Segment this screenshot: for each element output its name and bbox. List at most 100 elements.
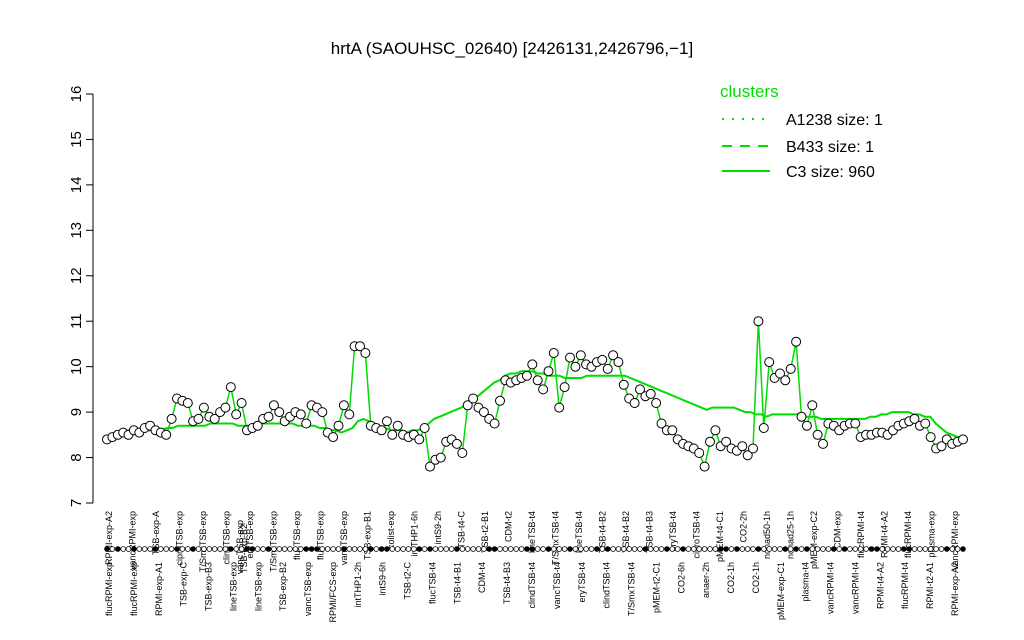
- rug-mark: [179, 546, 186, 552]
- rug-mark: [405, 546, 412, 552]
- data-point: [565, 352, 575, 363]
- rug-mark: [868, 546, 875, 552]
- rug-mark: [798, 546, 805, 552]
- rug-mark: [690, 546, 697, 552]
- x-label-bottom: intTHP1-2h: [353, 562, 363, 608]
- x-label-top: CDM-t2: [504, 511, 514, 542]
- rug-mark: [599, 546, 606, 552]
- rug-mark: [421, 546, 428, 552]
- rug-mark: [604, 546, 611, 552]
- data-point: [958, 434, 968, 445]
- rug-mark: [432, 546, 439, 552]
- rug-mark: [917, 546, 923, 552]
- rug-mark: [265, 546, 272, 552]
- rug-mark: [507, 546, 514, 552]
- y-tick-label: 10: [68, 358, 85, 375]
- rug-mark: [147, 546, 153, 552]
- data-point: [570, 361, 581, 372]
- x-label-top: TSB-exp-B1: [363, 511, 373, 560]
- x-label-bottom: CDM-t4: [477, 562, 487, 593]
- data-point: [785, 363, 796, 374]
- x-label-top: intS9-2h: [433, 511, 443, 545]
- rug-mark: [836, 546, 842, 552]
- data-points: [102, 316, 968, 472]
- rug-mark: [486, 546, 493, 552]
- rug-mark: [793, 546, 799, 552]
- rug-mark: [481, 546, 487, 552]
- rug-mark: [685, 546, 692, 552]
- rug-mark: [760, 546, 767, 552]
- rug-mark: [653, 546, 659, 552]
- rug-mark: [330, 546, 336, 552]
- rug-mark: [766, 546, 772, 552]
- data-point: [645, 388, 656, 399]
- rug-mark: [874, 546, 880, 552]
- data-point: [699, 461, 710, 472]
- rug-mark: [556, 546, 562, 552]
- x-label-top: eryTSB-t4: [668, 511, 678, 552]
- rug-mark: [394, 546, 401, 552]
- rug-mark: [351, 546, 358, 552]
- rug-mark: [658, 546, 665, 552]
- rug-mark: [809, 546, 816, 552]
- rug-mark: [437, 546, 444, 552]
- sample-line: [106, 321, 964, 470]
- x-label-bottom: vancRPMI-t4: [826, 562, 836, 614]
- data-point: [629, 398, 640, 408]
- rug-mark: [841, 546, 848, 552]
- rug-mark: [454, 546, 460, 552]
- rug-mark: [211, 546, 218, 552]
- rug-mark: [185, 546, 191, 552]
- x-label-bottom: pMEM-t2-C1: [651, 562, 661, 613]
- x-label-bottom: TSB-t4-B3: [502, 562, 512, 604]
- rug-mark: [341, 546, 347, 552]
- data-point: [225, 382, 236, 393]
- x-label-bottom: flucRPMI-t4: [900, 562, 910, 609]
- rug-mark: [594, 546, 600, 552]
- x-label-bottom: anaer-2h: [701, 562, 711, 598]
- rug-mark: [610, 546, 616, 552]
- rug-mark: [642, 546, 649, 552]
- rug-mark: [249, 546, 256, 552]
- x-label-bottom: lineTSB-exp: [253, 562, 263, 611]
- x-label-bottom: TSB-exp-C: [179, 562, 189, 607]
- rug-mark: [152, 546, 159, 552]
- data-point: [925, 432, 936, 443]
- x-label-bottom: vancTSB-exp: [303, 562, 313, 616]
- rug-mark: [804, 546, 810, 552]
- x-label-bottom: TSB-t2-C: [403, 562, 413, 600]
- data-point: [527, 359, 538, 370]
- legend-label-b433: B433 size: 1: [786, 139, 874, 156]
- data-point: [236, 398, 247, 408]
- rug-mark: [857, 546, 864, 552]
- data-point: [333, 420, 344, 431]
- data-point: [818, 438, 828, 449]
- y-tick-label: 7: [68, 499, 85, 507]
- rug-mark: [588, 546, 595, 552]
- data-point: [694, 448, 705, 458]
- rug-mark: [750, 546, 756, 552]
- rug-mark: [443, 546, 450, 552]
- rug-mark: [378, 546, 385, 552]
- y-tick-label: 14: [68, 177, 85, 194]
- rug-mark: [933, 546, 939, 552]
- data-point: [532, 375, 543, 386]
- data-point: [710, 425, 721, 436]
- rug-mark: [782, 546, 789, 552]
- rug-mark: [416, 546, 423, 552]
- y-tick-label: 11: [68, 313, 85, 329]
- rug-mark: [314, 546, 320, 552]
- rug-mark: [109, 546, 116, 552]
- data-point: [451, 438, 462, 449]
- rug-mark: [637, 546, 643, 552]
- x-label-bottom: RPMI-exp-A2: [950, 562, 960, 616]
- data-point: [920, 418, 931, 429]
- rug-mark: [292, 546, 299, 552]
- rug-mark: [884, 546, 891, 552]
- rug-mark: [723, 546, 729, 552]
- data-point: [538, 384, 549, 395]
- rug-mark: [626, 546, 632, 552]
- data-point: [414, 434, 425, 445]
- rug-mark: [459, 546, 466, 552]
- expression-chart: hrtA (SAOUHSC_02640) [2426131,2426796,−1…: [68, 39, 968, 623]
